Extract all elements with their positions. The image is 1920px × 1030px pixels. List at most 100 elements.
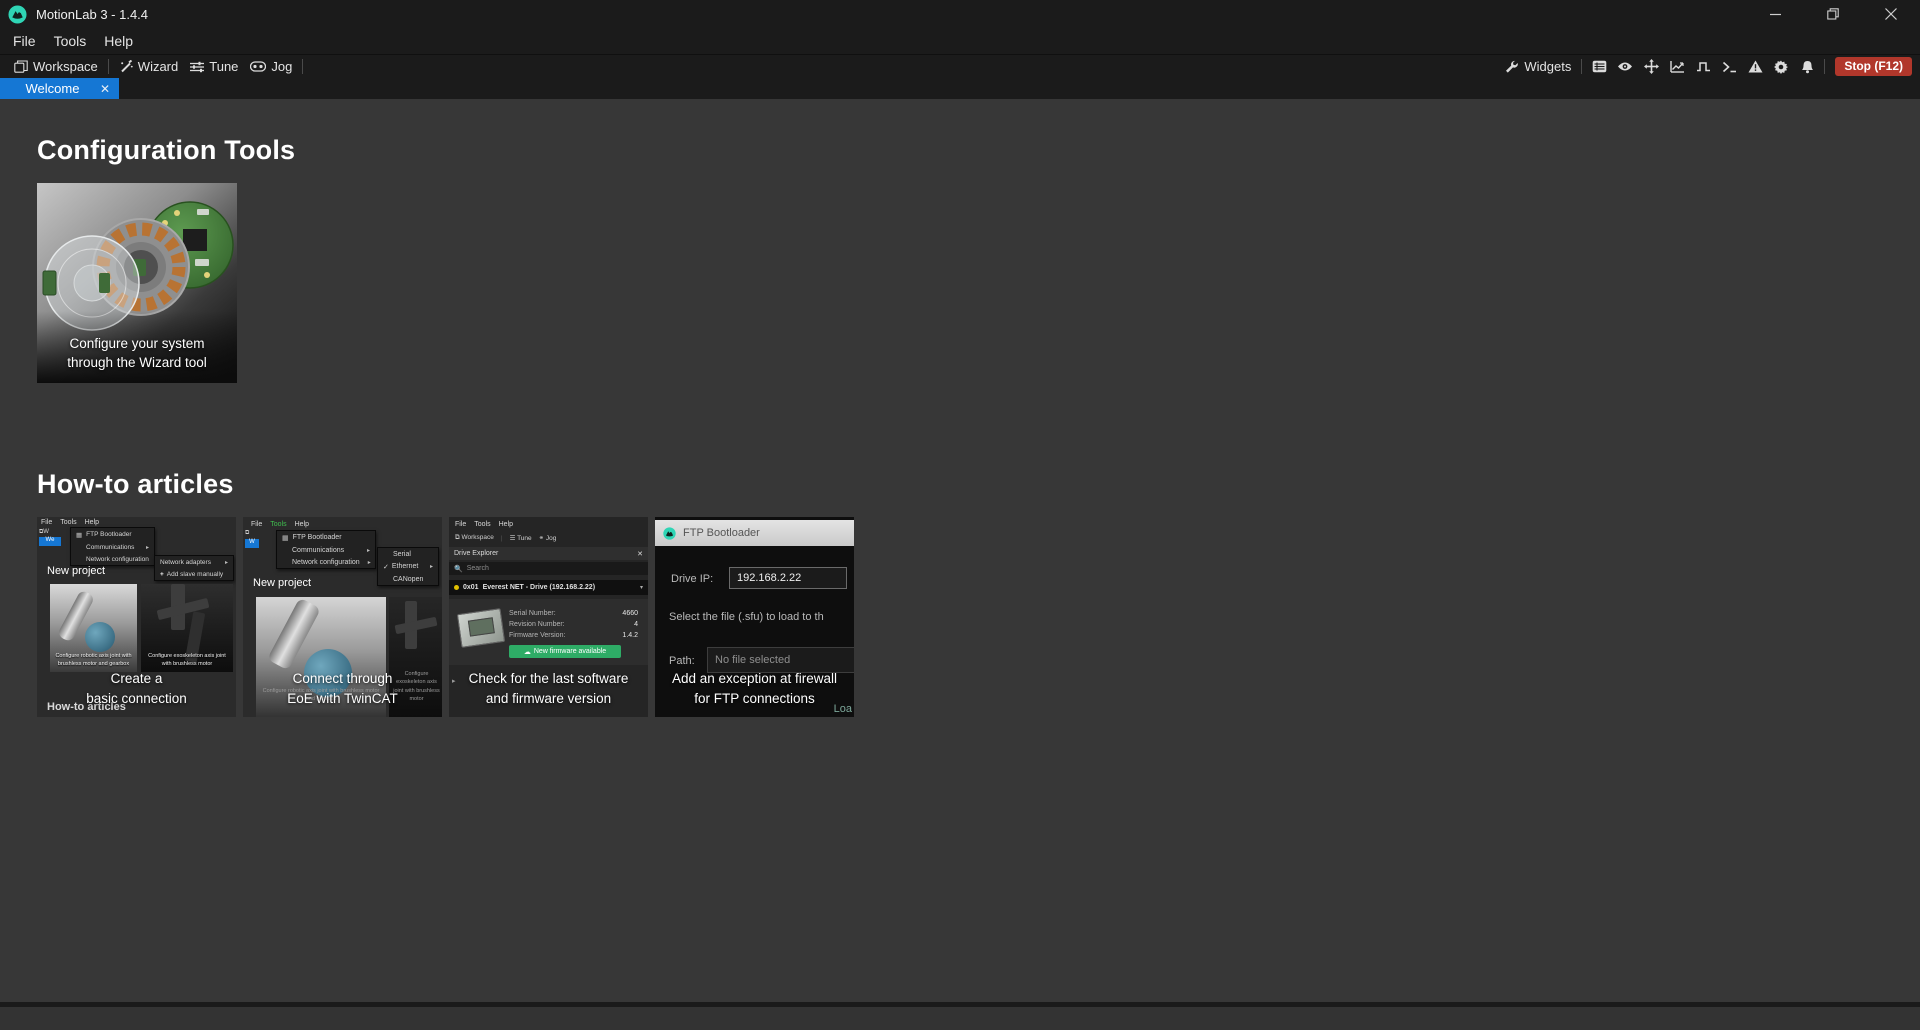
wizard-card-caption-line1: Configure your system [37,334,237,354]
tab-close-icon[interactable]: ✕ [100,82,110,96]
jog-gamepad-icon [250,61,266,72]
mini-welcome-tab: We [39,537,61,546]
restore-button[interactable] [1804,0,1862,28]
stop-button[interactable]: Stop (F12) [1835,57,1912,76]
gear-icon[interactable] [1768,56,1794,78]
tab-bar: Welcome ✕ [0,78,1920,99]
wizard-tool-card[interactable]: Configure your system through the Wizard… [37,183,237,383]
card3-caption-line1: Check for the last software [449,669,648,689]
widgets-label: Widgets [1524,59,1571,74]
tune-button[interactable]: Tune [184,56,244,78]
mini-new-project-heading: New project [47,565,105,577]
jog-label: Jog [271,59,292,74]
mini-drive-explorer-title: Drive Explorer [454,550,498,557]
configuration-tools-title: Configuration Tools [37,135,1920,166]
howto-card-ftp-firewall[interactable]: FTP Bootloader Drive IP: 192.168.2.22 Se… [655,517,854,717]
menu-bar: File Tools Help [0,28,1920,54]
mini-revision-label: Revision Number: [509,619,565,630]
wizard-card-caption-line2: through the Wizard tool [37,353,237,373]
mini-drive-ip-input: 192.168.2.22 [729,567,847,589]
wizard-label: Wizard [138,59,178,74]
title-bar: MotionLab 3 - 1.4.4 [0,0,1920,28]
wrench-icon [1505,60,1519,73]
eye-icon[interactable] [1612,56,1638,78]
welcome-page: Configuration Tools [0,99,1920,1002]
warning-icon[interactable] [1742,56,1768,78]
move-icon[interactable] [1638,56,1664,78]
howto-articles-title: How-to articles [37,469,1920,500]
bell-icon[interactable] [1794,56,1820,78]
workspace-label: Workspace [33,59,98,74]
mini-item-canopen: CANopen [393,576,423,583]
howto-card-basic-connection[interactable]: File Tools Help ⧉W We ▦FTP Bootloader Co… [37,517,236,717]
mini-item-network-configuration: Network configuration [292,559,360,566]
jog-button[interactable]: Jog [244,56,298,78]
toolbar-divider [302,59,303,74]
mini-item-communications: Communications [86,544,134,551]
howto-cards-row: File Tools Help ⧉W We ▦FTP Bootloader Co… [37,517,1920,717]
mini-select-file-text: Select the file (.sfu) to load to th [669,611,854,623]
motionlab-app-window: MotionLab 3 - 1.4.4 File Tools Help [0,0,1920,1030]
menu-help[interactable]: Help [95,31,142,51]
card1-caption-line2: basic connection [37,689,236,709]
mini-menu-tools-active: Tools [270,521,286,528]
mini-menu-help: Help [295,521,309,528]
mini-device-id: 0x01 [463,584,479,591]
mini-toolbar-tune: Tune [517,535,532,542]
toolbar-divider [108,59,109,74]
mini-subcard1-caption: Configure robotic axis joint with brushl… [52,653,135,669]
mini-serial-label: Serial Number: [509,608,565,619]
status-bar [0,1007,1920,1030]
mini-item-add-slave: Add slave manually [167,571,223,578]
mini-firmware-label: Firmware Version: [509,630,565,641]
mini-item-ethernet: Ethernet [392,563,418,570]
menu-tools[interactable]: Tools [45,31,96,51]
card2-caption-line1: Connect through [243,669,442,689]
card1-caption-line1: Create a [37,669,236,689]
mini-new-project-heading: New project [253,577,311,589]
mini-new-firmware-button: ☁ New firmware available [509,645,621,658]
mini-menu-file: File [41,519,52,526]
mini-item-ftp-bootloader: FTP Bootloader [293,534,342,541]
square-wave-icon[interactable] [1690,56,1716,78]
card4-caption-line2: for FTP connections [655,689,854,709]
trend-chart-icon[interactable] [1664,56,1690,78]
tune-sliders-icon [190,61,204,73]
mini-serial-value: 4660 [622,608,638,619]
close-button[interactable] [1862,0,1920,28]
mini-path-label: Path: [669,655,695,667]
mini-menu-help: Help [499,521,513,528]
howto-card-eoe-twincat[interactable]: File Tools Help ⧉ W ▦FTP Bootloader Comm… [243,517,442,717]
mini-revision-value: 4 [622,619,638,630]
mini-menu-tools: Tools [474,521,490,528]
mini-item-network-configuration: Network configuration [86,556,149,563]
mini-device-name: Everest NET - Drive (192.168.2.22) [483,584,595,591]
tab-welcome[interactable]: Welcome ✕ [0,78,119,99]
menu-file[interactable]: File [4,31,45,51]
mini-subcard2-caption: Configure exoskeleton axis joint with br… [143,653,231,669]
toolbar-divider [1824,59,1825,74]
table-icon[interactable] [1586,56,1612,78]
terminal-icon[interactable] [1716,56,1742,78]
card4-caption-line1: Add an exception at firewall [655,669,854,689]
howto-card-firmware-check[interactable]: File Tools Help ⧉ Workspace | ☰ Tune ⚭ J… [449,517,648,717]
mini-menu-help: Help [85,519,99,526]
mini-panel-close-icon: ✕ [637,550,643,558]
card3-caption-line2: and firmware version [449,689,648,709]
workspace-button[interactable]: Workspace [8,56,104,78]
mini-ftp-bootloader-title: FTP Bootloader [683,527,760,539]
mini-motionlab-logo-icon [663,527,676,540]
minimize-button[interactable] [1746,0,1804,28]
window-title: MotionLab 3 - 1.4.4 [36,7,148,22]
mini-menu-file: File [251,521,262,528]
wizard-wand-icon [119,60,133,73]
toolbar-divider [1581,59,1582,74]
tune-label: Tune [209,59,238,74]
mini-menu-tools: Tools [60,519,76,526]
mini-item-serial: Serial [393,551,411,558]
mini-drive-ip-label: Drive IP: [671,573,713,585]
widgets-button[interactable]: Widgets [1499,56,1577,78]
mini-item-ftp-bootloader: FTP Bootloader [86,531,131,538]
wizard-button[interactable]: Wizard [113,56,184,78]
mini-item-network-adapters: Network adapters [160,559,211,566]
